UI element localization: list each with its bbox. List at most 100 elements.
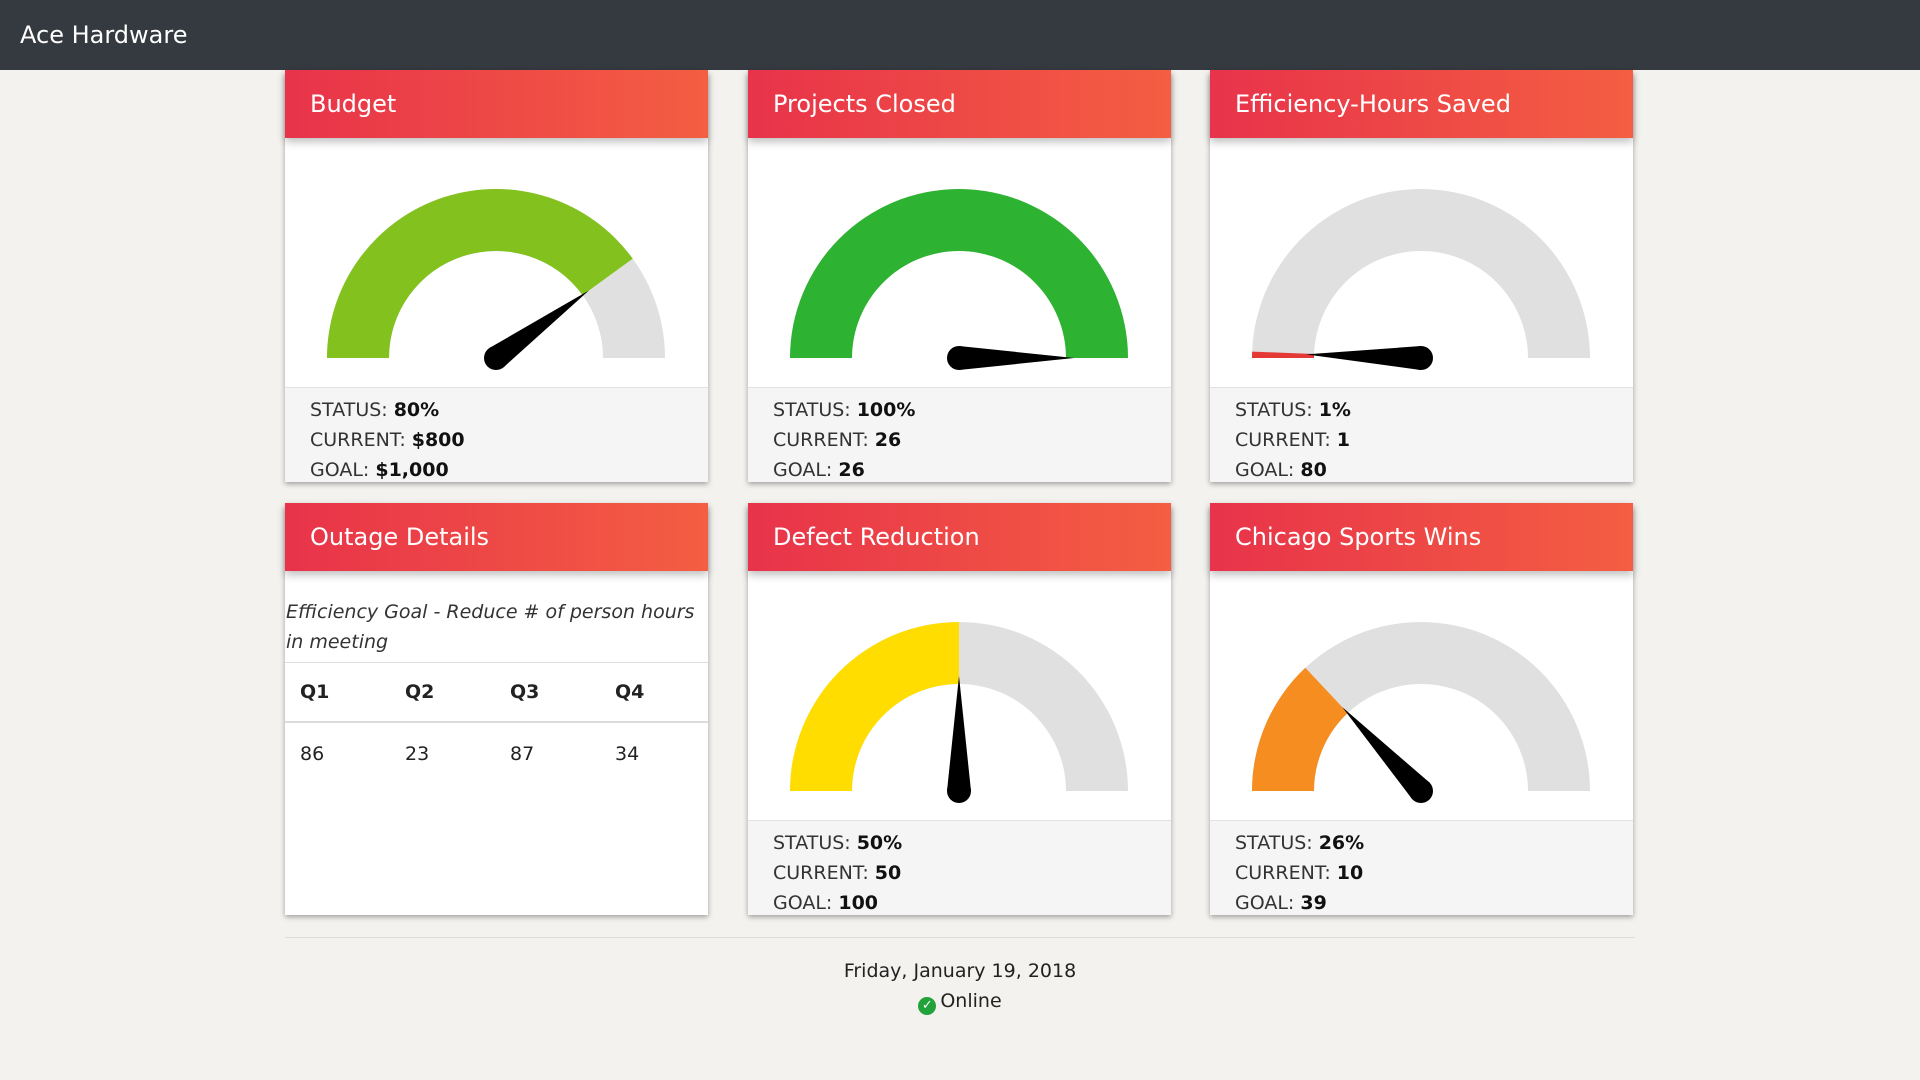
card-stats: STATUS: 1% CURRENT: 1 GOAL: 80 — [1210, 387, 1633, 482]
check-circle-icon: ✓ — [918, 997, 937, 1015]
status-value: 80% — [393, 399, 440, 421]
gauge-needle-hub — [484, 346, 508, 370]
gauge — [285, 138, 708, 388]
table-header-cell: Q4 — [615, 681, 645, 703]
card-stats: STATUS: 50% CURRENT: 50 GOAL: 100 — [748, 820, 1171, 915]
card-title: Defect Reduction — [748, 503, 1171, 571]
goal-value: 39 — [1300, 892, 1327, 914]
current-label: CURRENT: — [773, 429, 869, 451]
status-row: STATUS: 80% — [310, 395, 708, 425]
gauge-svg — [1252, 189, 1590, 370]
current-value: 50 — [874, 862, 902, 884]
goal-label: GOAL: — [1235, 459, 1295, 481]
table-cell: 34 — [615, 742, 640, 765]
current-value: $800 — [411, 429, 465, 451]
goal-row: GOAL: 80 — [1235, 455, 1633, 485]
gauge-needle — [1306, 346, 1422, 370]
card-title: Outage Details — [285, 503, 708, 571]
current-row: CURRENT: $800 — [310, 425, 708, 455]
card-outage-details: Outage Details Efficiency Goal - Reduce … — [285, 503, 708, 915]
goal-value: 80 — [1300, 459, 1327, 481]
goal-value: 100 — [838, 892, 879, 914]
top-navbar: Ace Hardware — [0, 0, 1920, 70]
outage-description: Efficiency Goal - Reduce # of person hou… — [286, 601, 695, 653]
current-row: CURRENT: 10 — [1235, 858, 1633, 888]
card-stats: STATUS: 100% CURRENT: 26 GOAL: 26 — [748, 387, 1171, 482]
gauge — [748, 571, 1171, 821]
table-row: 86 23 87 34 — [285, 723, 708, 784]
gauge-fill — [327, 189, 633, 358]
status-row: STATUS: 1% — [1235, 395, 1633, 425]
status-label: STATUS: — [1235, 832, 1313, 854]
current-row: CURRENT: 1 — [1235, 425, 1633, 455]
status-label: STATUS: — [1235, 399, 1313, 421]
status-value: 26% — [1318, 832, 1365, 854]
goal-value: $1,000 — [375, 459, 449, 481]
goal-row: GOAL: 100 — [773, 888, 1171, 918]
current-value: 1 — [1336, 429, 1350, 451]
connection-status: ✓ Online — [0, 990, 1920, 1015]
goal-row: GOAL: 39 — [1235, 888, 1633, 918]
gauge-fill — [790, 189, 1128, 358]
current-value: 26 — [874, 429, 902, 451]
current-value: 10 — [1336, 862, 1364, 884]
gauge — [748, 138, 1171, 388]
app-title[interactable]: Ace Hardware — [20, 21, 187, 49]
status-value: 50% — [856, 832, 903, 854]
gauge — [1210, 571, 1633, 821]
current-label: CURRENT: — [1235, 862, 1331, 884]
card-chicago-sports-wins: Chicago Sports Wins STATUS: 26% CURRENT: 1… — [1210, 503, 1633, 915]
table-cell: 87 — [510, 742, 535, 765]
card-efficiency-hours-saved: Efficiency-Hours Saved STATUS: 1% CURRENT… — [1210, 70, 1633, 482]
gauge-needle-hub — [947, 346, 971, 370]
gauge-needle-hub — [947, 779, 971, 803]
card-projects-closed: Projects Closed STATUS: 100% CURRENT: 26 G… — [748, 70, 1171, 482]
current-label: CURRENT: — [310, 429, 406, 451]
goal-label: GOAL: — [310, 459, 370, 481]
status-row: STATUS: 100% — [773, 395, 1171, 425]
table-header-cell: Q2 — [405, 681, 435, 703]
goal-label: GOAL: — [773, 459, 833, 481]
goal-label: GOAL: — [773, 892, 833, 914]
table-cell: 86 — [300, 742, 325, 765]
card-title: Efficiency-Hours Saved — [1210, 70, 1633, 138]
current-row: CURRENT: 26 — [773, 425, 1171, 455]
gauge-svg — [1252, 622, 1590, 803]
gauge-track — [1252, 189, 1590, 358]
card-budget: Budget STATUS: 80% CURRENT: $800 GOAL: $1,0… — [285, 70, 708, 482]
card-title: Projects Closed — [748, 70, 1171, 138]
status-value: 1% — [1318, 399, 1351, 421]
gauge-needle-hub — [1409, 779, 1433, 803]
table-header-row: Q1 Q2 Q3 Q4 — [285, 662, 708, 723]
goal-row: GOAL: $1,000 — [310, 455, 708, 485]
status-value: 100% — [856, 399, 916, 421]
card-defect-reduction: Defect Reduction STATUS: 50% CURRENT: 50 G… — [748, 503, 1171, 915]
status-label: STATUS: — [310, 399, 388, 421]
goal-row: GOAL: 26 — [773, 455, 1171, 485]
status-row: STATUS: 26% — [1235, 828, 1633, 858]
gauge-svg — [790, 622, 1128, 803]
table-cell: 23 — [405, 742, 430, 765]
gauge-fill — [790, 622, 959, 791]
gauge-needle-hub — [1409, 346, 1433, 370]
status-row: STATUS: 50% — [773, 828, 1171, 858]
table-header-cell: Q3 — [510, 681, 540, 703]
goal-label: GOAL: — [1235, 892, 1295, 914]
current-label: CURRENT: — [773, 862, 869, 884]
current-label: CURRENT: — [1235, 429, 1331, 451]
gauge-needle — [959, 346, 1074, 370]
goal-value: 26 — [838, 459, 865, 481]
gauge — [1210, 138, 1633, 388]
connection-status-label: Online — [940, 990, 1002, 1012]
gauge-needle — [947, 676, 971, 791]
footer-divider — [285, 937, 1635, 938]
gauge-svg — [327, 189, 665, 370]
gauge-svg — [790, 189, 1128, 370]
card-title: Budget — [285, 70, 708, 138]
card-stats: STATUS: 80% CURRENT: $800 GOAL: $1,000 — [285, 387, 708, 482]
card-stats: STATUS: 26% CURRENT: 10 GOAL: 39 — [1210, 820, 1633, 915]
card-title: Chicago Sports Wins — [1210, 503, 1633, 571]
status-label: STATUS: — [773, 399, 851, 421]
footer-date: Friday, January 19, 2018 — [843, 960, 1077, 982]
current-row: CURRENT: 50 — [773, 858, 1171, 888]
